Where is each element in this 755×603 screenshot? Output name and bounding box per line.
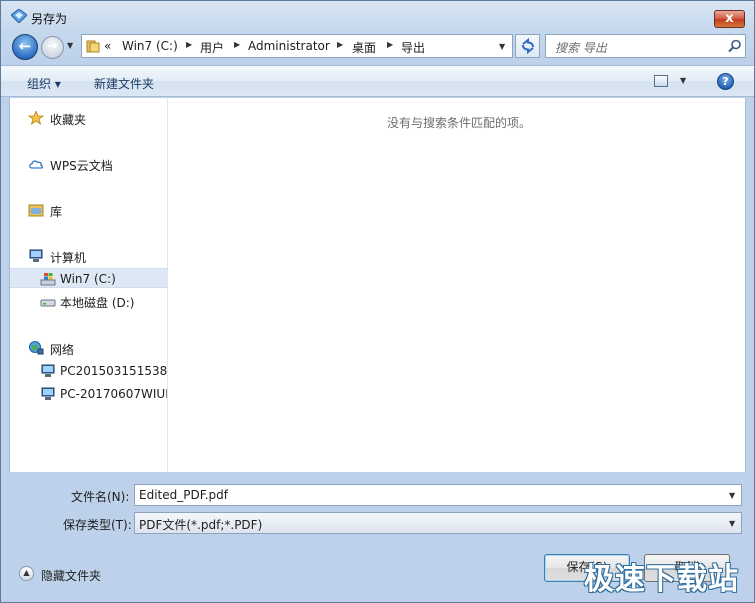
computer-icon: [41, 387, 55, 400]
breadcrumb-desktop[interactable]: 桌面: [352, 39, 376, 56]
sidebar-item-label: Win7 (C:): [60, 272, 116, 286]
filetype-dropdown-icon[interactable]: ▼: [729, 519, 735, 528]
filetype-value: PDF文件(*.pdf;*.PDF): [139, 518, 263, 532]
view-dropdown-icon[interactable]: ▼: [680, 76, 686, 85]
library-icon: [28, 204, 44, 217]
sidebar-item-label: 本地磁盘 (D:): [60, 296, 135, 310]
command-toolbar: 组织 ▾ 新建文件夹 ▼ ?: [1, 65, 754, 97]
view-options-icon[interactable]: [654, 75, 668, 87]
address-bar[interactable]: « Win7 (C:) ▶ 用户 ▶ Administrator ▶ 桌面 ▶ …: [81, 34, 513, 58]
sidebar-item-drive-c[interactable]: Win7 (C:): [10, 268, 167, 288]
title-bar: 另存为 x: [1, 1, 754, 31]
main-area: 收藏夹 WPS云文档 库 计算机 Win7 (C:) 本地磁盘 (D:) 网络 …: [9, 98, 746, 472]
filetype-select[interactable]: PDF文件(*.pdf;*.PDF) ▼: [134, 512, 742, 534]
sidebar-item-label: PC201503151538: [60, 364, 168, 378]
breadcrumb-arrow-icon[interactable]: ▶: [186, 40, 192, 49]
computer-icon: [41, 364, 55, 377]
computer-icon: [29, 249, 43, 262]
breadcrumb-export[interactable]: 导出: [401, 39, 425, 56]
save-as-dialog: 另存为 x ← → ▼ « Win7 (C:) ▶ 用户 ▶ Administr…: [0, 0, 755, 603]
sidebar-item-label: 库: [50, 205, 63, 219]
sidebar-item-label: 收藏夹: [50, 113, 87, 127]
sidebar-item-pc1[interactable]: PC201503151538: [10, 361, 167, 381]
sidebar-item-label: 计算机: [50, 251, 87, 265]
search-placeholder: 搜索 导出: [555, 41, 607, 55]
breadcrumb-drive[interactable]: Win7 (C:): [122, 39, 178, 53]
search-icon[interactable]: [728, 39, 742, 53]
filetype-label: 保存类型(T):: [63, 518, 132, 532]
filename-input[interactable]: [134, 484, 742, 506]
sidebar-item-libraries[interactable]: 库: [10, 200, 167, 220]
filename-label: 文件名(N):: [71, 490, 130, 504]
folder-icon: [86, 40, 100, 53]
sidebar-item-wps-cloud[interactable]: WPS云文档: [10, 154, 167, 174]
breadcrumb-arrow-icon[interactable]: ▶: [234, 40, 240, 49]
search-input[interactable]: 搜索 导出: [545, 34, 746, 58]
breadcrumb-arrow-icon[interactable]: ▶: [387, 40, 393, 49]
star-icon: [28, 111, 44, 125]
back-button[interactable]: ←: [12, 34, 38, 60]
help-icon[interactable]: ?: [717, 73, 734, 90]
refresh-icon: [521, 37, 534, 55]
refresh-button[interactable]: [515, 34, 540, 58]
breadcrumb-administrator[interactable]: Administrator: [248, 39, 330, 53]
empty-folder-message: 没有与搜索条件匹配的项。: [387, 116, 532, 130]
sidebar-item-label: 网络: [50, 343, 75, 357]
breadcrumb-overflow[interactable]: «: [104, 39, 111, 53]
sidebar-item-label: PC-20170607WIUN: [60, 387, 168, 401]
breadcrumb-users[interactable]: 用户: [200, 39, 224, 56]
watermark-text: 极速下载站: [584, 562, 739, 597]
navigation-pane[interactable]: 收藏夹 WPS云文档 库 计算机 Win7 (C:) 本地磁盘 (D:) 网络 …: [10, 98, 168, 472]
address-dropdown-icon[interactable]: ▼: [499, 42, 505, 51]
history-dropdown-icon[interactable]: ▼: [67, 41, 77, 51]
sidebar-item-computer[interactable]: 计算机: [10, 246, 167, 266]
organize-button[interactable]: 组织 ▾: [27, 75, 61, 92]
window-title: 另存为: [31, 12, 68, 26]
sidebar-item-pc2[interactable]: PC-20170607WIUN: [10, 384, 167, 404]
hide-folders-label: 隐藏文件夹: [41, 569, 102, 583]
breadcrumb-arrow-icon[interactable]: ▶: [337, 40, 343, 49]
sidebar-item-label: WPS云文档: [50, 159, 113, 173]
network-icon: [29, 341, 44, 355]
cloud-icon: [29, 160, 44, 169]
new-folder-button[interactable]: 新建文件夹: [94, 75, 154, 92]
save-dialog-icon: [11, 9, 27, 23]
filename-dropdown-icon[interactable]: ▼: [729, 491, 735, 500]
hard-drive-icon: [40, 299, 56, 307]
windows-drive-icon: [40, 273, 56, 286]
sidebar-item-favorites[interactable]: 收藏夹: [10, 108, 167, 128]
close-button[interactable]: x: [714, 10, 745, 28]
sidebar-item-drive-d[interactable]: 本地磁盘 (D:): [10, 291, 167, 311]
forward-button[interactable]: →: [41, 36, 64, 59]
chevron-up-icon: ▲: [19, 566, 34, 581]
sidebar-item-network[interactable]: 网络: [10, 338, 167, 358]
